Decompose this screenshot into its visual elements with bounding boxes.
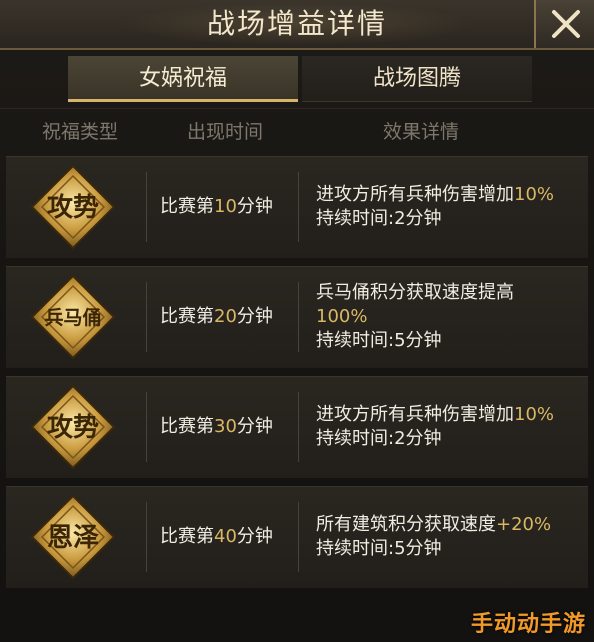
appear-time: 比赛第40分钟 xyxy=(160,482,273,592)
effect-duration: 持续时间:5分钟 xyxy=(316,538,442,559)
column-divider xyxy=(298,392,299,462)
close-button[interactable] xyxy=(534,0,594,48)
time-suffix: 分钟 xyxy=(236,306,273,327)
effect-text: 进攻方所有兵种伤害增加 xyxy=(316,404,514,425)
tab-bar: 女娲祝福 战场图腾 xyxy=(0,56,594,104)
list-item: 攻势 比赛第10分钟 进攻方所有兵种伤害增加10% 持续时间:2分钟 xyxy=(0,152,594,262)
list-item: 恩泽 比赛第40分钟 所有建筑积分获取速度+20% 持续时间:5分钟 xyxy=(0,482,594,592)
effect-line-1: 进攻方所有兵种伤害增加10% xyxy=(316,403,588,427)
column-divider xyxy=(146,282,147,352)
time-prefix: 比赛第 xyxy=(160,196,214,217)
time-number: 30 xyxy=(214,416,237,437)
effect-duration: 持续时间:2分钟 xyxy=(316,208,442,229)
column-divider xyxy=(298,282,299,352)
effect-line-1: 进攻方所有兵种伤害增加10% xyxy=(316,183,588,207)
emblem-text: 恩泽 xyxy=(47,523,99,553)
header-effect-detail: 效果详情 xyxy=(382,121,459,143)
time-suffix: 分钟 xyxy=(236,416,273,437)
table-header: 祝福类型 出现时间 效果详情 xyxy=(0,112,594,152)
attack-emblem-icon: 攻势 xyxy=(30,384,116,470)
effect-line-1: 所有建筑积分获取速度+20% xyxy=(316,513,588,537)
effect-value: 10% xyxy=(514,184,555,205)
grace-emblem-icon: 恩泽 xyxy=(30,494,116,580)
list-item: 兵马俑 比赛第20分钟 兵马俑积分获取速度提高 100% 持续时间:5分钟 xyxy=(0,262,594,372)
column-divider xyxy=(146,172,147,242)
effect-duration: 持续时间:2分钟 xyxy=(316,428,442,449)
appear-time: 比赛第10分钟 xyxy=(160,152,273,262)
page-title: 战场增益详情 xyxy=(206,7,387,40)
close-icon xyxy=(552,10,580,38)
time-prefix: 比赛第 xyxy=(160,416,214,437)
effect-line-1: 兵马俑积分获取速度提高 xyxy=(316,282,514,303)
column-divider xyxy=(146,502,147,572)
tab-nuwa-blessing[interactable]: 女娲祝福 xyxy=(68,56,298,102)
time-number: 10 xyxy=(214,196,237,217)
list-item: 攻势 比赛第30分钟 进攻方所有兵种伤害增加10% 持续时间:2分钟 xyxy=(0,372,594,482)
effect-detail: 进攻方所有兵种伤害增加10% 持续时间:2分钟 xyxy=(316,152,588,262)
appear-time: 比赛第30分钟 xyxy=(160,372,273,482)
effect-detail: 所有建筑积分获取速度+20% 持续时间:5分钟 xyxy=(316,482,588,592)
watermark: 手动动手游 xyxy=(470,612,586,637)
time-prefix: 比赛第 xyxy=(160,526,214,547)
effect-text: 进攻方所有兵种伤害增加 xyxy=(316,184,514,205)
time-number: 40 xyxy=(214,526,237,547)
title-bar: 战场增益详情 xyxy=(0,0,594,50)
effect-value: 10% xyxy=(514,404,555,425)
attack-emblem-icon: 攻势 xyxy=(30,164,116,250)
terracotta-emblem-icon: 兵马俑 xyxy=(30,274,116,360)
column-divider xyxy=(146,392,147,462)
header-blessing-type: 祝福类型 xyxy=(41,121,118,143)
effect-text: 所有建筑积分获取速度 xyxy=(316,514,496,535)
effect-value: 100% xyxy=(316,306,368,327)
column-divider xyxy=(298,502,299,572)
effect-detail: 进攻方所有兵种伤害增加10% 持续时间:2分钟 xyxy=(316,372,588,482)
emblem-text: 兵马俑 xyxy=(44,306,101,329)
time-prefix: 比赛第 xyxy=(160,306,214,327)
battlefield-buff-panel: 战场增益详情 女娲祝福 战场图腾 祝福类型 出现时间 效果详情 攻势 比赛第10… xyxy=(0,0,594,642)
effect-duration: 持续时间:5分钟 xyxy=(316,330,442,351)
header-appear-time: 出现时间 xyxy=(186,121,263,143)
emblem-text: 攻势 xyxy=(47,413,99,443)
emblem-text: 攻势 xyxy=(47,193,99,223)
time-suffix: 分钟 xyxy=(236,196,273,217)
divider xyxy=(0,108,594,109)
time-number: 20 xyxy=(214,306,237,327)
time-suffix: 分钟 xyxy=(236,526,273,547)
appear-time: 比赛第20分钟 xyxy=(160,262,273,372)
column-divider xyxy=(298,172,299,242)
effect-detail: 兵马俑积分获取速度提高 100% 持续时间:5分钟 xyxy=(316,262,588,372)
effect-value: +20% xyxy=(496,514,552,535)
tab-battlefield-totem[interactable]: 战场图腾 xyxy=(302,56,532,102)
